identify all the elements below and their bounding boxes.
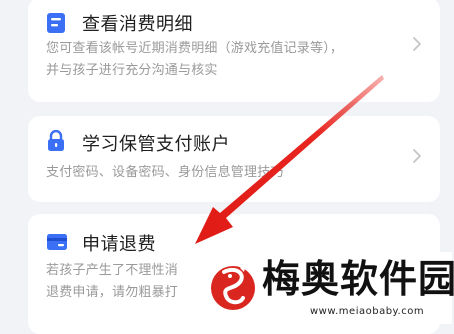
learn-payment-account-safety-card[interactable]: 学习保管支付账户 支付密码、设备密码、身份信息管理技巧 (28, 116, 440, 202)
card-description: 若孩子产生了不理性消 退费申请，请勿粗暴打 (46, 260, 178, 304)
description-line: 若孩子产生了不理性消 (46, 263, 179, 278)
description-line: 您可查看该帐号近期消费明细（游戏充值记录等）， (46, 41, 344, 56)
watermark-brand-name: 梅奥软件园 (262, 257, 454, 301)
card-title: 查看消费明细 (82, 14, 193, 35)
view-spending-details-card[interactable]: 查看消费明细 您可查看该帐号近期消费明细（游戏充值记录等）， 并与孩子进行充分沟… (28, 0, 440, 102)
description-line: 退费申请，请勿粗暴打 (46, 285, 179, 300)
chevron-right-icon (410, 34, 424, 54)
dragon-logo-icon (211, 264, 255, 310)
card-title: 申请退费 (82, 234, 156, 255)
document-list-icon (46, 12, 66, 38)
card-title: 学习保管支付账户 (82, 134, 230, 155)
watermark-url: www.meiaobaby.com (310, 306, 425, 317)
watermark-logo-block: 梅奥软件园 www.meiaobaby.com (200, 252, 454, 324)
lock-icon (46, 129, 66, 156)
description-line: 并与孩子进行充分沟通与核实 (46, 63, 218, 78)
chevron-right-icon (410, 146, 424, 166)
card-description: 支付密码、设备密码、身份信息管理技巧 (46, 162, 284, 184)
card-description: 您可查看该帐号近期消费明细（游戏充值记录等）， 并与孩子进行充分沟通与核实 (46, 38, 343, 82)
wallet-card-icon (46, 232, 68, 256)
description-line: 支付密码、设备密码、身份信息管理技巧 (46, 165, 284, 180)
